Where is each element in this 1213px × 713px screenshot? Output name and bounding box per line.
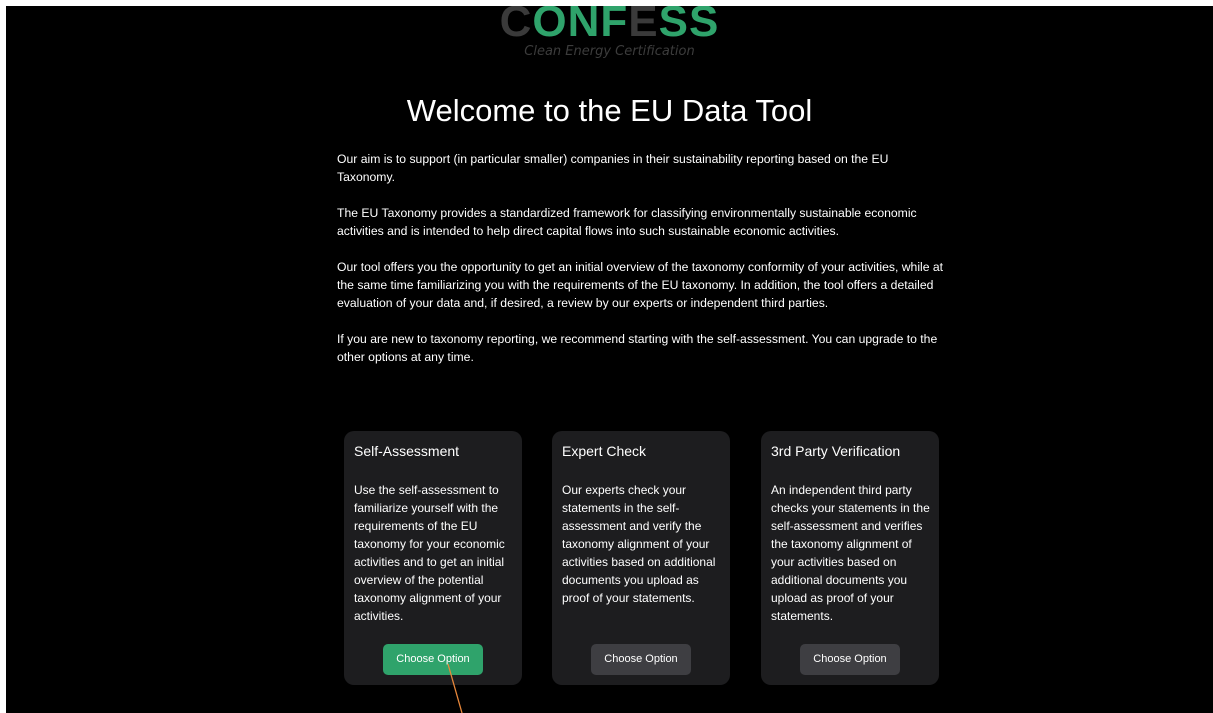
option-card-third-party-verification: 3rd Party Verification An independent th…: [761, 431, 939, 685]
logo-letters-onf: ONF: [532, 6, 629, 46]
choose-third-party-verification-button[interactable]: Choose Option: [800, 644, 900, 675]
option-description: An independent third party checks your s…: [771, 483, 930, 623]
intro-text: Our aim is to support (in particular sma…: [337, 150, 949, 384]
option-title: 3rd Party Verification: [771, 443, 901, 459]
intro-paragraph: Our aim is to support (in particular sma…: [337, 152, 889, 184]
intro-paragraph: If you are new to taxonomy reporting, we…: [337, 332, 938, 364]
logo-wordmark: CONFESS: [500, 6, 720, 46]
logo-letter-c: C: [499, 6, 533, 46]
choose-expert-check-button[interactable]: Choose Option: [591, 644, 691, 675]
confess-logo: CONFESS Clean Energy Certification: [6, 6, 1213, 60]
option-title: Self-Assessment: [354, 443, 460, 459]
option-title: Expert Check: [562, 443, 647, 459]
page-title: Welcome to the EU Data Tool: [406, 93, 813, 128]
logo-letters-ss: SS: [658, 6, 720, 46]
logo-tagline: Clean Energy Certification: [524, 44, 695, 59]
logo-letter-e: E: [628, 6, 659, 46]
intro-paragraph: The EU Taxonomy provides a standardized …: [337, 206, 917, 238]
app-frame: CONFESS Clean Energy Certification Welco…: [6, 6, 1213, 713]
option-card-expert-check: Expert Check Our experts check your stat…: [552, 431, 730, 685]
option-description: Use the self-assessment to familiarize y…: [354, 483, 505, 623]
choose-self-assessment-button[interactable]: Choose Option: [383, 644, 483, 675]
option-description: Our experts check your statements in the…: [562, 483, 716, 605]
intro-paragraph: Our tool offers you the opportunity to g…: [337, 260, 944, 310]
option-card-self-assessment: Self-Assessment Use the self-assessment …: [344, 431, 522, 685]
